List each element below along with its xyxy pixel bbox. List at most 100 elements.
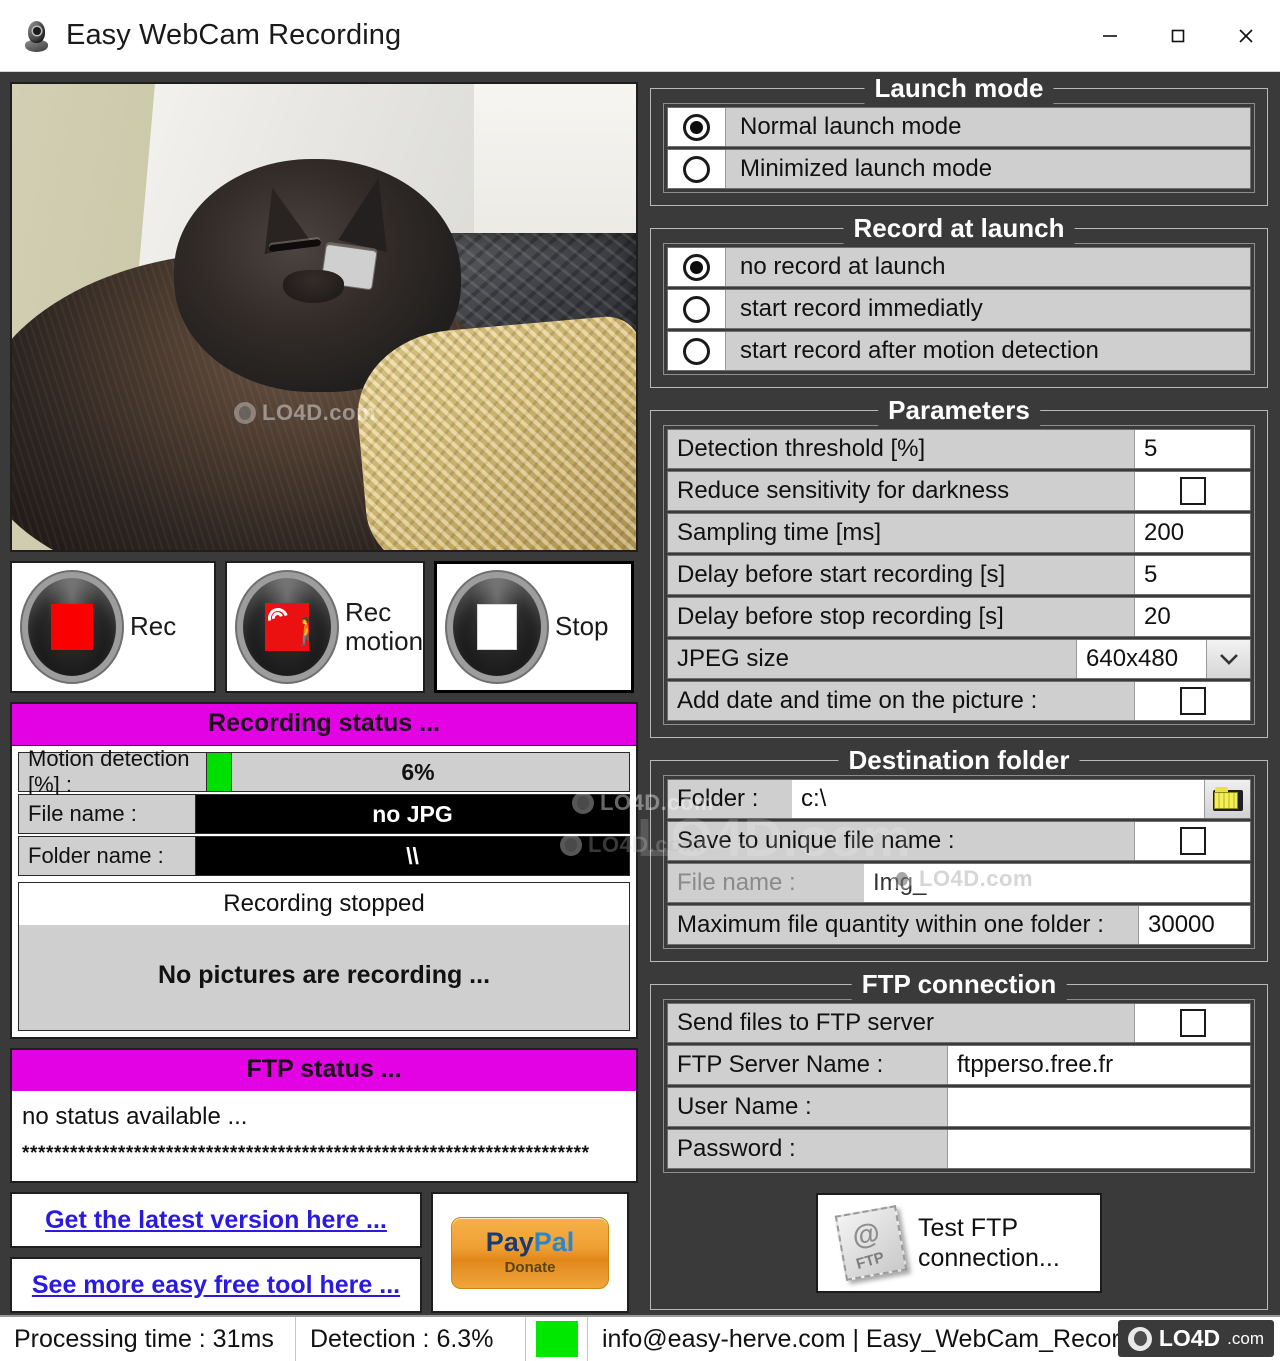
detection-threshold-input[interactable]: 5 — [1134, 430, 1250, 468]
ftp-status-separator: ****************************************… — [22, 1143, 590, 1164]
unique-file-name-checkbox[interactable] — [1179, 827, 1206, 855]
file-name-row[interactable]: File name : Img_ — [667, 863, 1251, 903]
reduce-sensitivity-checkbox[interactable] — [1179, 477, 1206, 505]
param-detection-threshold[interactable]: Detection threshold [%] 5 — [667, 429, 1251, 469]
destination-folder-group: Destination folder LO4D.com Folder : c:\… — [637, 745, 1268, 962]
left-column: LO4D.com Rec 🚶 Rec motion Stop Recording… — [10, 82, 714, 1361]
ftp-password-row[interactable]: Password : — [667, 1129, 1251, 1169]
recording-message-secondary: No pictures are recording ... — [19, 925, 629, 1030]
folder-input[interactable]: c:\ — [792, 780, 1204, 818]
latest-version-link-box[interactable]: Get the latest version here ... — [10, 1192, 422, 1248]
ftp-user-row[interactable]: User Name : — [667, 1087, 1251, 1127]
param-add-date-time[interactable]: Add date and time on the picture : — [667, 681, 1251, 721]
param-jpeg-size[interactable]: JPEG size 640x480 — [667, 639, 1251, 679]
ftp-server-row[interactable]: FTP Server Name : ftpperso.free.fr — [667, 1045, 1251, 1085]
file-name-row: File name : no JPG — [18, 794, 630, 834]
recording-message-box: Recording stopped No pictures are record… — [18, 882, 630, 1031]
recording-message-primary: Recording stopped — [19, 883, 629, 925]
folder-row[interactable]: Folder : c:\ — [667, 779, 1251, 819]
paypal-donate-label: Donate — [504, 1259, 556, 1276]
main-body: LO4D.com Rec 🚶 Rec motion Stop Recording… — [0, 72, 1280, 1361]
transport-buttons: Rec 🚶 Rec motion Stop — [10, 561, 638, 693]
parameters-title: Parameters — [878, 395, 1040, 426]
stop-button[interactable]: Stop — [434, 561, 634, 693]
ftp-status-panel: FTP status ... no status available ... *… — [10, 1048, 638, 1183]
param-delay-before-stop[interactable]: Delay before stop recording [s] 20 — [667, 597, 1251, 637]
motion-detection-progressbar: 6% — [207, 753, 629, 791]
test-ftp-connection-button[interactable]: @ FTP Test FTP connection... — [816, 1193, 1102, 1293]
paypal-donate-box[interactable]: PayPal Donate — [431, 1192, 629, 1313]
send-files-row[interactable]: Send files to FTP server — [667, 1003, 1251, 1043]
maximize-icon[interactable] — [1144, 0, 1212, 71]
param-label: Reduce sensitivity for darkness — [677, 477, 1010, 504]
more-tools-link-box[interactable]: See more easy free tool here ... — [10, 1257, 422, 1313]
latest-version-link[interactable]: Get the latest version here ... — [45, 1206, 387, 1235]
folder-icon — [1212, 787, 1243, 811]
rec-motion-knob-icon: 🚶 — [243, 578, 331, 676]
param-label: JPEG size — [677, 645, 790, 672]
radio-label: Minimized launch mode — [726, 150, 1250, 188]
param-label: Sampling time [ms] — [677, 519, 882, 546]
radio-start-record-immediately[interactable]: start record immediatly — [667, 289, 1251, 329]
detection-text: Detection : 6.3% — [296, 1317, 526, 1361]
record-at-launch-group: Record at launch no record at launch sta… — [650, 213, 1268, 388]
right-column: Launch mode Normal launch mode Minimized… — [637, 73, 1268, 1361]
rec-button[interactable]: Rec — [10, 561, 216, 693]
max-files-row[interactable]: Maximum file quantity within one folder … — [667, 905, 1251, 945]
unique-file-name-label: Save to unique file name : — [677, 827, 955, 854]
video-preview[interactable]: LO4D.com — [10, 82, 638, 552]
motion-detection-label: Motion detection [%] : — [19, 746, 207, 797]
rec-knob-icon — [28, 578, 116, 676]
title-bar: Easy WebCam Recording — [0, 0, 1280, 72]
max-files-input[interactable]: 30000 — [1138, 906, 1250, 944]
radio-normal-launch-mode[interactable]: Normal launch mode — [667, 107, 1251, 147]
ftp-password-label: Password : — [668, 1130, 948, 1168]
test-ftp-label: Test FTP connection... — [918, 1214, 1060, 1272]
ftp-user-input[interactable] — [948, 1088, 1250, 1126]
minimize-icon[interactable] — [1076, 0, 1144, 71]
ftp-status-header: FTP status ... — [10, 1048, 638, 1091]
destination-folder-title: Destination folder — [838, 745, 1080, 776]
radio-no-record-at-launch[interactable]: no record at launch — [667, 247, 1251, 287]
rec-motion-button-label: Rec motion — [345, 596, 424, 656]
radio-icon — [683, 337, 710, 365]
file-name-input[interactable]: Img_ — [864, 864, 1250, 902]
param-label: Add date and time on the picture : — [677, 687, 1038, 714]
paypal-donate-button[interactable]: PayPal Donate — [451, 1216, 609, 1289]
radio-minimized-launch-mode[interactable]: Minimized launch mode — [667, 149, 1251, 189]
file-name-value: no JPG — [196, 795, 629, 833]
rec-motion-button[interactable]: 🚶 Rec motion — [225, 561, 425, 693]
motion-detection-row: Motion detection [%] : 6% — [18, 746, 630, 797]
folder-name-row: Folder name : \\ — [18, 836, 630, 876]
jpeg-size-select[interactable]: 640x480 — [1076, 640, 1250, 678]
ftp-server-input[interactable]: ftpperso.free.fr — [948, 1046, 1250, 1084]
ftp-password-input[interactable] — [948, 1130, 1250, 1168]
chevron-down-icon[interactable] — [1206, 640, 1250, 678]
sampling-time-input[interactable]: 200 — [1134, 514, 1250, 552]
stop-knob-icon — [453, 578, 541, 676]
delay-start-input[interactable]: 5 — [1134, 556, 1250, 594]
unique-file-name-row[interactable]: Save to unique file name : — [667, 821, 1251, 861]
recording-status-header: Recording status ... — [10, 702, 638, 745]
folder-browse-button[interactable] — [1204, 780, 1250, 818]
file-name-label: File name : — [19, 795, 196, 833]
send-files-checkbox[interactable] — [1179, 1009, 1206, 1037]
more-tools-link[interactable]: See more easy free tool here ... — [32, 1271, 400, 1300]
add-date-time-checkbox[interactable] — [1179, 687, 1206, 715]
radio-start-record-after-motion[interactable]: start record after motion detection — [667, 331, 1251, 371]
record-at-launch-title: Record at launch — [843, 213, 1075, 244]
send-files-label: Send files to FTP server — [677, 1009, 934, 1036]
close-icon[interactable] — [1212, 0, 1280, 71]
delay-stop-input[interactable]: 20 — [1134, 598, 1250, 636]
radio-icon-selected — [683, 253, 710, 281]
param-label: Detection threshold [%] — [677, 435, 926, 462]
radio-label: start record after motion detection — [726, 332, 1250, 370]
param-delay-before-start[interactable]: Delay before start recording [s] 5 — [667, 555, 1251, 595]
param-reduce-sensitivity[interactable]: Reduce sensitivity for darkness — [667, 471, 1251, 511]
radio-icon-selected — [683, 113, 710, 141]
param-sampling-time[interactable]: Sampling time [ms] 200 — [667, 513, 1251, 553]
param-label: Delay before start recording [s] — [677, 561, 1006, 588]
folder-label: Folder : — [677, 785, 759, 812]
radio-label: Normal launch mode — [726, 108, 1250, 146]
radio-icon — [683, 295, 710, 323]
